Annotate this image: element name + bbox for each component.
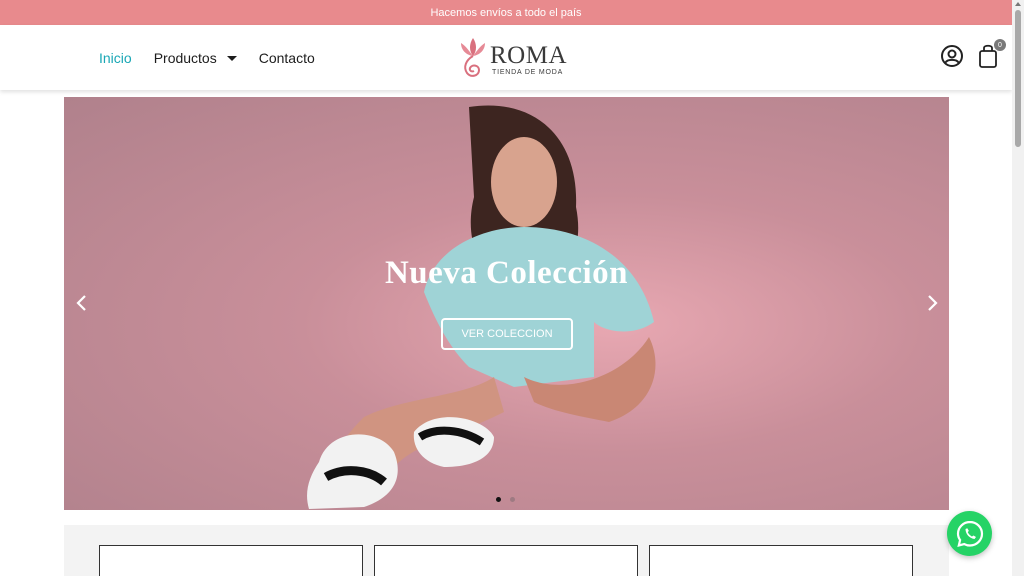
- slider-dot-2[interactable]: [510, 497, 515, 502]
- logo-tagline: TIENDA DE MODA: [492, 68, 564, 76]
- category-card[interactable]: [374, 545, 638, 576]
- slider-dot-1[interactable]: [496, 497, 501, 502]
- vertical-scrollbar[interactable]: [1012, 0, 1024, 576]
- whatsapp-button[interactable]: [947, 511, 992, 556]
- category-card[interactable]: [649, 545, 913, 576]
- scrollbar-thumb[interactable]: [1015, 10, 1021, 147]
- page: Hacemos envíos a todo el país Inicio Pro…: [0, 0, 1024, 576]
- scroll-up-icon[interactable]: [1015, 2, 1021, 6]
- site-header: Inicio Productos Contacto ROMA TIENDA DE…: [0, 25, 1012, 90]
- nav-item-productos[interactable]: Productos: [154, 50, 237, 66]
- category-section: [64, 525, 949, 576]
- view-collection-button[interactable]: VER COLECCION: [441, 318, 573, 350]
- whatsapp-icon: [956, 520, 983, 547]
- nav-item-inicio[interactable]: Inicio: [99, 50, 132, 66]
- user-circle-icon[interactable]: [940, 44, 964, 68]
- slider-pagination: [496, 497, 515, 502]
- cart-button[interactable]: 0: [976, 39, 1006, 70]
- hero-title: Nueva Colección: [384, 255, 629, 291]
- header-icons: 0: [940, 39, 1006, 70]
- announcement-text: Hacemos envíos a todo el país: [430, 6, 582, 19]
- logo[interactable]: ROMA TIENDA DE MODA: [458, 34, 567, 84]
- main-nav: Inicio Productos Contacto: [99, 25, 315, 90]
- nav-item-contacto[interactable]: Contacto: [259, 50, 315, 66]
- hero-model-image: [307, 105, 656, 509]
- chevron-right-icon[interactable]: [922, 293, 942, 313]
- nav-item-label: Inicio: [99, 49, 132, 66]
- chevron-left-icon[interactable]: [72, 293, 92, 313]
- chevron-down-icon: [226, 56, 237, 61]
- nav-item-label: Contacto: [258, 49, 315, 66]
- announcement-bar: Hacemos envíos a todo el país: [0, 0, 1012, 25]
- cart-count-badge: 0: [994, 39, 1006, 51]
- logo-name: ROMA: [490, 41, 568, 69]
- lotus-logo-icon: [461, 38, 485, 77]
- hero-slider: Nueva Colección VER COLECCION: [64, 97, 949, 510]
- nav-item-label: Productos: [153, 49, 217, 66]
- category-card[interactable]: [99, 545, 363, 576]
